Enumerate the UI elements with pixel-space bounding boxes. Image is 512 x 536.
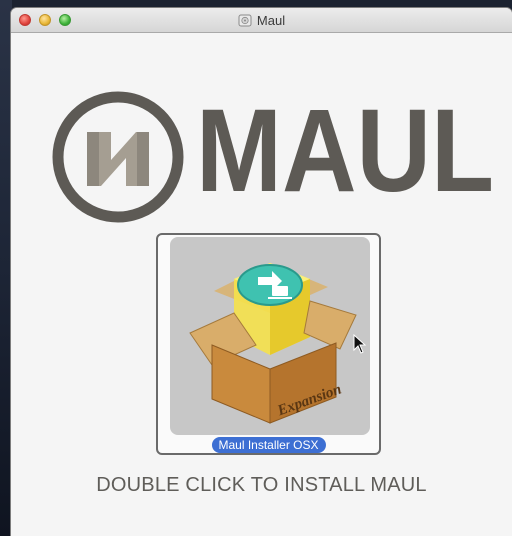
window-title: Maul: [256, 12, 286, 28]
disk-image-icon: [238, 14, 252, 27]
install-instruction-text: DOUBLE CLICK TO INSTALL MAUL: [96, 474, 427, 496]
window-titlebar[interactable]: Maul: [11, 8, 512, 33]
package-box-icon: Expansion: [189, 263, 357, 424]
installer-icon-tile[interactable]: Expansion: [170, 237, 370, 435]
finder-window: Maul MAUL Expansion Maul Installer OSX D…: [11, 8, 512, 536]
maul-wordmark: MAUL: [196, 93, 494, 203]
brand-text: MAUL: [196, 93, 494, 203]
installer-file-label[interactable]: Maul Installer OSX: [211, 437, 326, 453]
window-title-area: Maul: [11, 8, 512, 32]
installer-item[interactable]: Expansion Maul Installer OSX: [156, 233, 381, 455]
mouse-pointer-icon: [353, 334, 367, 354]
window-content: MAUL Expansion Maul Installer OSX DOUBLE…: [11, 33, 512, 536]
maul-logo-icon: [52, 91, 184, 223]
